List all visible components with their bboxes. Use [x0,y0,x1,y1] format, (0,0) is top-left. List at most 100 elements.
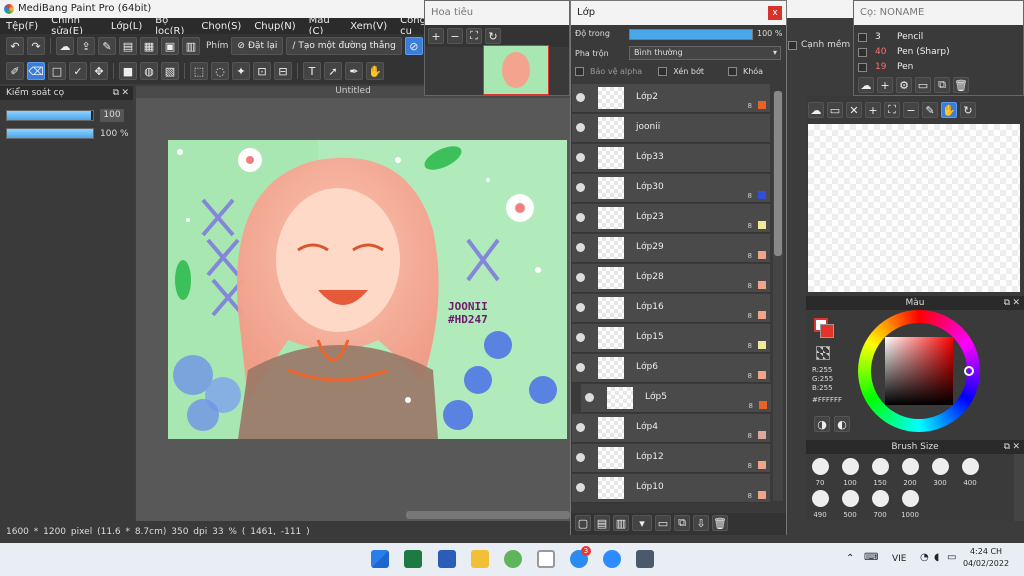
layer-scrollbar[interactable] [773,91,783,501]
brush-alt-tool-icon[interactable]: ✓ [69,62,87,80]
fit-icon[interactable]: ⛶ [466,28,482,44]
clip-checkbox[interactable] [658,67,668,76]
color-settings-icon[interactable]: ◐ [834,416,850,432]
select-rect-icon[interactable]: ⬚ [190,62,208,80]
visibility-eye-icon[interactable] [576,243,585,252]
visibility-eye-icon[interactable] [576,123,585,132]
blend-mode-select[interactable]: Bình thường ▾ [629,46,781,60]
horizontal-scrollbar[interactable] [406,511,570,519]
add-brush-icon[interactable]: + [877,77,893,93]
visibility-eye-icon[interactable] [576,483,585,492]
brush-size-dot[interactable] [872,458,889,475]
layer-row[interactable]: joonii [572,114,770,143]
layer-opacity-slider[interactable] [629,29,753,40]
zoom-app-icon[interactable] [603,550,621,568]
undo-icon[interactable]: ↶ [6,37,24,55]
cloud-brush-icon[interactable]: ☁ [858,77,874,93]
zoom-out-icon[interactable]: − [903,102,919,118]
chevron-up-icon[interactable]: ⌃ [846,553,854,564]
brush-size-dot[interactable] [812,458,829,475]
folder-icon[interactable]: ▭ [915,77,931,93]
text-tool-icon[interactable]: T [303,62,321,80]
artwork-canvas[interactable]: JOONII #HD247 [168,140,567,439]
brush-size-dot[interactable] [902,458,919,475]
zoom-in-icon[interactable]: + [428,28,444,44]
visibility-eye-icon[interactable] [576,273,585,282]
material-icon[interactable]: ▦ [140,37,158,55]
menu-layer[interactable]: Lớp(L) [111,21,142,32]
battery-icon[interactable]: ▭ [947,552,956,563]
brush-item-checkbox[interactable] [858,32,867,42]
move-tool-icon[interactable]: ✥ [90,62,108,80]
language-indicator[interactable]: VIE [892,554,907,564]
layer-row[interactable]: Lớp6 8 [572,354,770,383]
visibility-eye-icon[interactable] [576,333,585,342]
layer-row[interactable]: Lớp15 8 [572,324,770,353]
duplicate-layer-icon[interactable]: ⧉ [674,515,690,531]
close-icon[interactable]: x [768,6,782,20]
bucket-tool-icon[interactable]: ◍ [140,62,158,80]
brush-size-dot[interactable] [842,490,859,507]
merge-layer-icon[interactable]: ⇩ [693,515,709,531]
material-preview[interactable] [808,124,1020,292]
brush-size-dot[interactable] [902,490,919,507]
hue-handle[interactable] [964,366,974,376]
magic-wand-icon[interactable]: ✦ [232,62,250,80]
layer-row[interactable]: Lớp33 [572,144,770,173]
close-icon[interactable]: ✕ [121,86,129,100]
zoom-out-icon[interactable]: − [447,28,463,44]
word-icon[interactable] [438,550,456,568]
app-icon[interactable] [504,550,522,568]
panel-icon[interactable]: ▣ [161,37,179,55]
file-explorer-icon[interactable] [471,550,489,568]
brush-item-checkbox[interactable] [858,47,867,57]
redo-icon[interactable]: ↷ [27,37,45,55]
brush-item[interactable]: 3 Pencil [858,30,923,44]
duplicate-brush-icon[interactable]: ⧉ [934,77,950,93]
straight-line-button[interactable]: ∕ Tạo một đường thẳng [286,37,402,55]
snap-off-icon[interactable]: ⊘ [404,37,423,55]
gradient-tool-icon[interactable]: ▧ [161,62,179,80]
visibility-eye-icon[interactable] [576,153,585,162]
layer-row[interactable]: Lớp4 8 [572,414,770,443]
brush-size-dot[interactable] [872,490,889,507]
brush-item-checkbox[interactable] [858,62,867,72]
grid-icon[interactable]: ▥ [182,37,200,55]
brush-size-dot[interactable] [812,490,829,507]
keyboard-icon[interactable]: ⌨ [864,552,878,563]
fill-rect-tool-icon[interactable]: ■ [119,62,137,80]
layer-row[interactable]: Lớp12 8 [572,444,770,473]
visibility-eye-icon[interactable] [576,213,585,222]
brush-size-slider[interactable] [6,110,94,121]
background-color-swatch[interactable] [820,324,834,338]
brush-size-dot[interactable] [932,458,949,475]
select-pen-icon[interactable]: ⊡ [253,62,271,80]
medibang-taskbar-icon[interactable] [537,550,555,568]
eraser-tool-icon[interactable]: ⌫ [27,62,45,80]
rotate-icon[interactable]: ↻ [485,28,501,44]
brush-settings-icon[interactable]: ⚙ [896,77,912,93]
layer-row[interactable]: Lớp29 8 [572,234,770,263]
clock[interactable]: 4:24 CH 04/02/2022 [960,546,1012,570]
visibility-eye-icon[interactable] [576,183,585,192]
layer-row[interactable]: Lớp2 8 [572,84,770,113]
excel-icon[interactable] [404,550,422,568]
visibility-eye-icon[interactable] [576,93,585,102]
comment-icon[interactable]: ✎ [98,37,116,55]
delete-brush-icon[interactable]: 🗑 [953,77,969,93]
protect-alpha-checkbox[interactable] [575,67,584,76]
brush-size-dot[interactable] [842,458,859,475]
palette-icon[interactable]: ◑ [814,416,830,432]
folder-icon[interactable]: ▭ [827,102,843,118]
lasso-icon[interactable]: ◌ [211,62,229,80]
menu-file[interactable]: Tệp(F) [6,21,38,32]
saturation-value-square[interactable] [885,337,953,405]
new-halftone-layer-icon[interactable]: ▤ [594,515,610,531]
comic-icon[interactable]: ▤ [119,37,137,55]
layer-row[interactable]: Lớp5 8 [581,384,771,413]
wifi-icon[interactable]: ◔ [920,552,929,563]
smooth-edge-checkbox[interactable] [788,40,797,50]
cloud-icon[interactable]: ☁ [808,102,824,118]
calculator-icon[interactable] [636,550,654,568]
visibility-eye-icon[interactable] [576,363,585,372]
